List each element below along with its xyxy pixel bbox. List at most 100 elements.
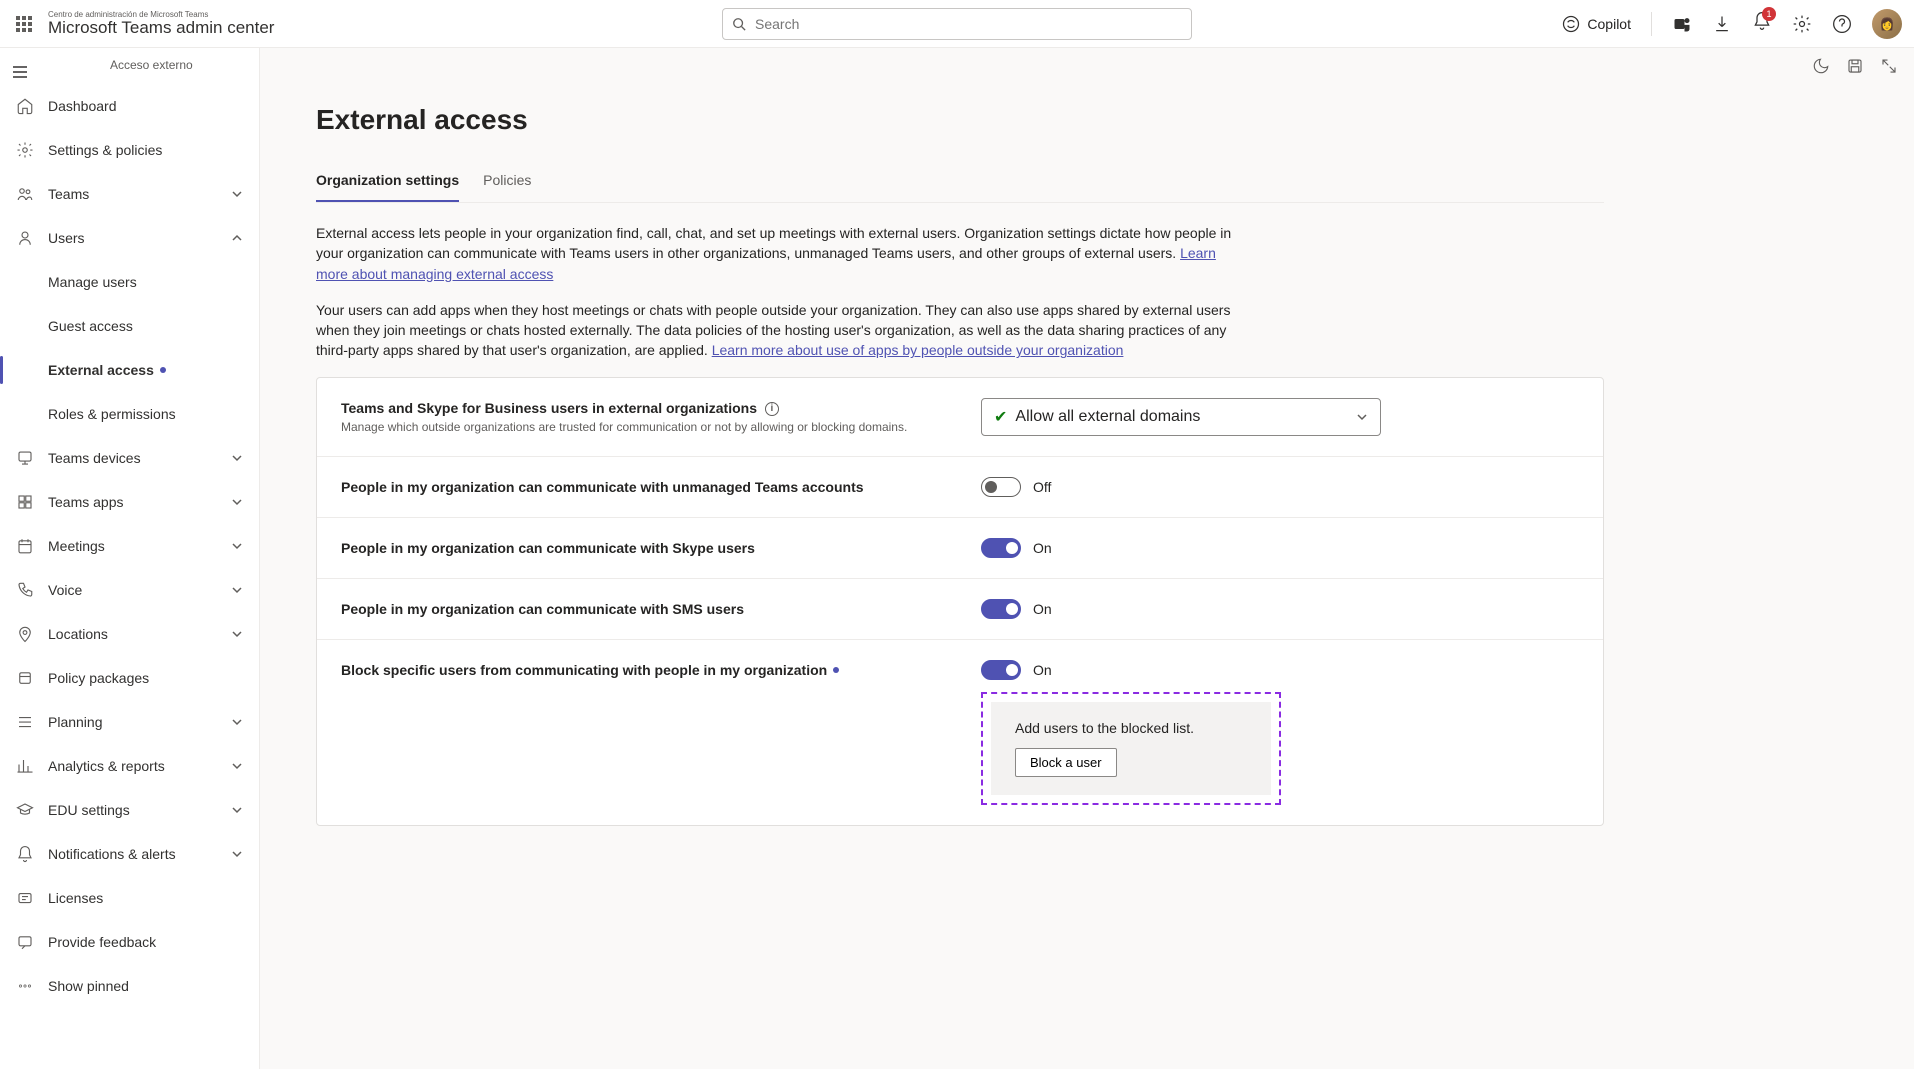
sidebar-item-meetings[interactable]: Meetings	[8, 524, 251, 568]
sidebar-item-notifications-alerts[interactable]: Notifications & alerts	[8, 832, 251, 876]
sidebar-item-analytics-reports[interactable]: Analytics & reports	[8, 744, 251, 788]
sidebar: Acceso externo Dashboard Settings & polic…	[0, 48, 260, 1069]
sidebar-item-locations[interactable]: Locations	[8, 612, 251, 656]
dark-mode-icon[interactable]	[1812, 57, 1830, 75]
gear-icon	[16, 141, 34, 159]
person-icon	[16, 229, 34, 247]
row-skype-label: People in my organization can communicat…	[341, 540, 981, 556]
page-title: External access	[316, 104, 1604, 136]
sidebar-item-label: Voice	[48, 582, 82, 598]
sidebar-item-label: Notifications & alerts	[48, 846, 176, 862]
settings-icon[interactable]	[1792, 14, 1812, 34]
phone-icon	[16, 581, 34, 599]
sidebar-item-label: Dashboard	[48, 98, 117, 114]
desc-1-text: External access lets people in your orga…	[316, 225, 1231, 261]
settings-card: Teams and Skype for Business users in ex…	[316, 377, 1604, 826]
highlight-box: Add users to the blocked list. Block a u…	[981, 692, 1281, 805]
domains-select[interactable]: ✔ Allow all external domains	[981, 398, 1381, 436]
sidebar-item-label: Policy packages	[48, 670, 149, 686]
skype-state: On	[1033, 540, 1052, 556]
row-domains-sub: Manage which outside organizations are t…	[341, 420, 981, 434]
nav-list: Dashboard Settings & policies Teams Users Ma…	[0, 84, 259, 1008]
block-user-button[interactable]: Block a user	[1015, 748, 1117, 777]
dot-indicator	[160, 367, 166, 373]
sidebar-item-external-access[interactable]: External access	[8, 348, 251, 392]
info-icon[interactable]: i	[765, 402, 779, 416]
copilot-label: Copilot	[1587, 16, 1631, 32]
dot-indicator	[833, 667, 839, 673]
sidebar-item-provide-feedback[interactable]: Provide feedback	[8, 920, 251, 964]
teams-icon[interactable]	[1672, 14, 1692, 34]
notification-badge: 1	[1762, 7, 1776, 21]
chevron-down-icon	[231, 584, 243, 596]
sidebar-item-teams-devices[interactable]: Teams devices	[8, 436, 251, 480]
sidebar-item-users[interactable]: Users	[8, 216, 251, 260]
sidebar-item-label: Teams	[48, 186, 89, 202]
sidebar-item-policy-packages[interactable]: Policy packages	[8, 656, 251, 700]
chart-icon	[16, 757, 34, 775]
sidebar-item-dashboard[interactable]: Dashboard	[8, 84, 251, 128]
block-toggle[interactable]	[981, 660, 1021, 680]
avatar[interactable]: 👩	[1872, 9, 1902, 39]
block-state: On	[1033, 662, 1052, 678]
learn-more-link-2[interactable]: Learn more about use of apps by people o…	[712, 342, 1124, 358]
save-icon[interactable]	[1846, 57, 1864, 75]
package-icon	[16, 669, 34, 687]
top-actions: Copilot 1 👩	[1561, 9, 1902, 39]
sidebar-item-label: Show pinned	[48, 978, 129, 994]
calendar-icon	[16, 537, 34, 555]
chevron-down-icon	[231, 496, 243, 508]
chevron-down-icon	[231, 716, 243, 728]
sidebar-item-label: Settings & policies	[48, 142, 162, 158]
sms-toggle[interactable]	[981, 599, 1021, 619]
main: External access Organization settings Po…	[260, 48, 1914, 1069]
tabs: Organization settings Policies	[316, 164, 1604, 203]
skype-toggle[interactable]	[981, 538, 1021, 558]
sidebar-item-guest-access[interactable]: Guest access	[8, 304, 251, 348]
sidebar-item-label: Licenses	[48, 890, 103, 906]
row-unmanaged: People in my organization can communicat…	[317, 457, 1603, 518]
sidebar-item-edu-settings[interactable]: EDU settings	[8, 788, 251, 832]
help-icon[interactable]	[1832, 14, 1852, 34]
expand-icon[interactable]	[1880, 57, 1898, 75]
breadcrumb: Acceso externo	[110, 58, 259, 72]
domains-select-value: Allow all external domains	[1015, 408, 1200, 426]
row-domains: Teams and Skype for Business users in ex…	[317, 378, 1603, 457]
download-icon[interactable]	[1712, 14, 1732, 34]
row-sms-label: People in my organization can communicat…	[341, 601, 981, 617]
feedback-icon	[16, 933, 34, 951]
sidebar-item-licenses[interactable]: Licenses	[8, 876, 251, 920]
apps-icon	[16, 493, 34, 511]
sidebar-item-label: Teams apps	[48, 494, 123, 510]
chevron-down-icon	[231, 188, 243, 200]
sidebar-item-roles-permissions[interactable]: Roles & permissions	[8, 392, 251, 436]
copilot-button[interactable]: Copilot	[1561, 14, 1631, 34]
unmanaged-toggle[interactable]	[981, 477, 1021, 497]
sidebar-item-manage-users[interactable]: Manage users	[8, 260, 251, 304]
chevron-down-icon	[1356, 411, 1368, 423]
search-input[interactable]	[722, 8, 1192, 40]
row-skype: People in my organization can communicat…	[317, 518, 1603, 579]
sidebar-item-label: Users	[48, 230, 85, 246]
chevron-down-icon	[231, 760, 243, 772]
more-icon	[16, 977, 34, 995]
desc-2: Your users can add apps when they host m…	[316, 300, 1236, 361]
row-block: Block specific users from communicating …	[317, 640, 1603, 825]
sidebar-item-teams[interactable]: Teams	[8, 172, 251, 216]
copilot-icon	[1561, 14, 1581, 34]
sidebar-item-label: External access	[48, 362, 154, 378]
sidebar-item-show-pinned[interactable]: Show pinned	[8, 964, 251, 1008]
tab-org-settings[interactable]: Organization settings	[316, 164, 459, 202]
chevron-down-icon	[231, 540, 243, 552]
app-launcher-icon[interactable]	[12, 12, 36, 36]
sidebar-item-settings-policies[interactable]: Settings & policies	[8, 128, 251, 172]
sidebar-item-voice[interactable]: Voice	[8, 568, 251, 612]
sidebar-item-planning[interactable]: Planning	[8, 700, 251, 744]
desc-1: External access lets people in your orga…	[316, 223, 1236, 284]
row-block-label: Block specific users from communicating …	[341, 662, 981, 678]
search-icon	[732, 17, 746, 31]
sidebar-item-label: Locations	[48, 626, 108, 642]
tab-policies[interactable]: Policies	[483, 164, 531, 202]
notifications-button[interactable]: 1	[1752, 11, 1772, 36]
sidebar-item-teams-apps[interactable]: Teams apps	[8, 480, 251, 524]
